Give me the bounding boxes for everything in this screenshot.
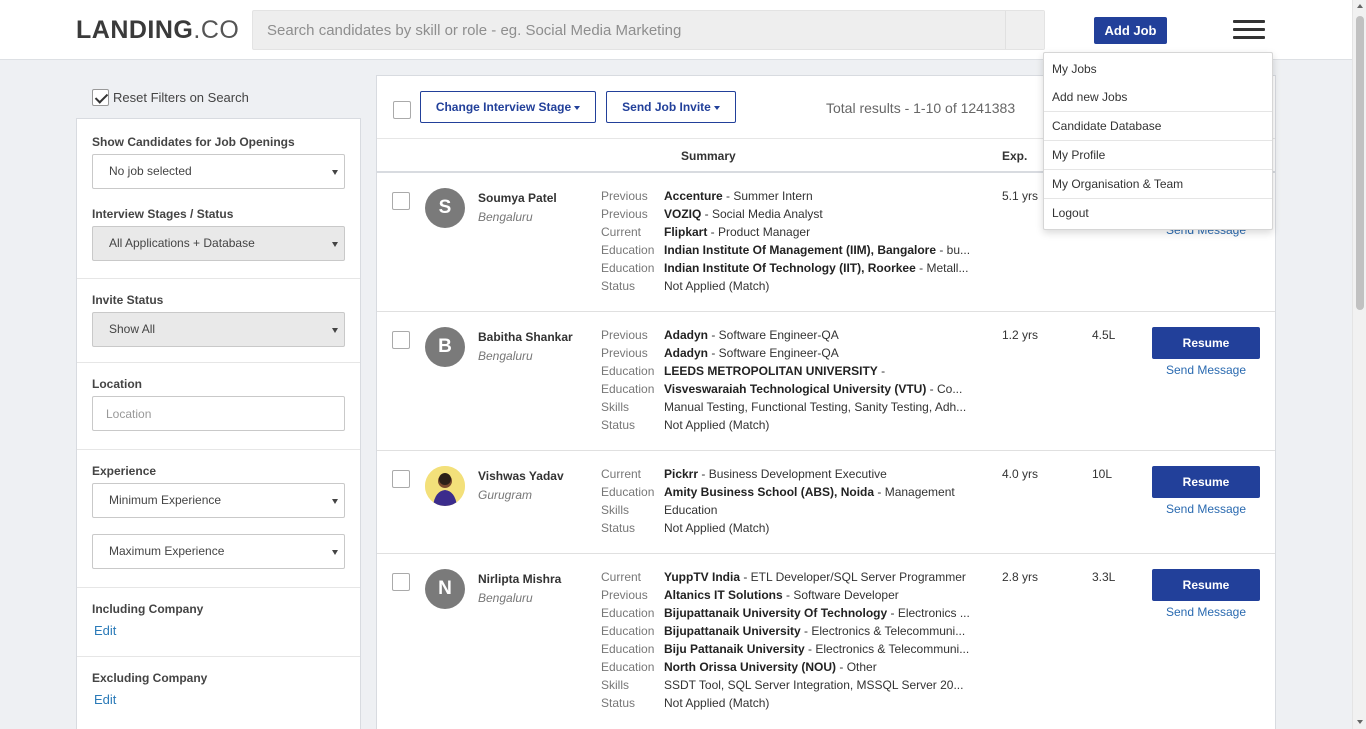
avatar: N bbox=[425, 569, 465, 609]
chevron-down-icon bbox=[332, 170, 338, 175]
caret-down-icon bbox=[574, 105, 581, 110]
reset-filters-toggle[interactable]: Reset Filters on Search bbox=[92, 89, 249, 106]
chevron-down-icon bbox=[332, 499, 338, 504]
candidate-summary: Current Pickrr - Business Development Exe… bbox=[601, 467, 955, 535]
search-input[interactable] bbox=[253, 11, 1007, 49]
menu-item-my-profile[interactable]: My Profile bbox=[1044, 141, 1272, 169]
candidate-city: Bengaluru bbox=[478, 349, 533, 363]
candidate-salary: 3.3L bbox=[1092, 570, 1116, 584]
candidate-experience: 1.2 yrs bbox=[1002, 328, 1039, 342]
candidate-name[interactable]: Soumya Patel bbox=[478, 191, 557, 205]
menu-item-logout[interactable]: Logout bbox=[1044, 199, 1272, 227]
resume-button[interactable]: Resume bbox=[1152, 466, 1260, 498]
table-row: B Babitha Shankar Bengaluru Previous Adad… bbox=[377, 312, 1275, 451]
menu-item-my-jobs[interactable]: My Jobs bbox=[1044, 55, 1272, 83]
row-checkbox[interactable] bbox=[392, 192, 410, 210]
chevron-down-icon bbox=[332, 242, 338, 247]
invite-status-select[interactable]: Show All bbox=[92, 312, 345, 347]
select-all-checkbox[interactable] bbox=[393, 101, 411, 119]
menu-item-my-organisation-team[interactable]: My Organisation & Team bbox=[1044, 170, 1272, 198]
candidate-name[interactable]: Babitha Shankar bbox=[478, 330, 573, 344]
search-button[interactable] bbox=[1005, 11, 1044, 49]
user-dropdown-menu: My Jobs Add new Jobs Candidate Database … bbox=[1043, 52, 1273, 230]
job-openings-select[interactable]: No job selected bbox=[92, 154, 345, 189]
menu-item-add-new-jobs[interactable]: Add new Jobs bbox=[1044, 83, 1272, 111]
including-company-edit-link[interactable]: Edit bbox=[94, 623, 116, 638]
candidate-summary: Previous Accenture - Summer Intern Previo… bbox=[601, 189, 971, 293]
total-results: Total results - 1-10 of 1241383 bbox=[826, 100, 1016, 116]
candidate-summary: Previous Adadyn - Software Engineer-QA Pr… bbox=[601, 328, 967, 432]
chevron-down-icon bbox=[332, 328, 338, 333]
candidate-experience: 5.1 yrs bbox=[1002, 189, 1039, 203]
excluding-company-label: Excluding Company bbox=[92, 671, 208, 685]
avatar-photo-icon bbox=[425, 466, 465, 506]
candidate-city: Bengaluru bbox=[478, 591, 533, 605]
candidate-city: Bengaluru bbox=[478, 210, 533, 224]
table-row: Vishwas Yadav Gurugram Current Pickrr - B… bbox=[377, 451, 1275, 554]
candidate-salary: 10L bbox=[1092, 467, 1113, 481]
page-scrollbar[interactable] bbox=[1352, 0, 1366, 729]
hamburger-menu-icon[interactable] bbox=[1233, 20, 1265, 40]
send-message-link[interactable]: Send Message bbox=[1152, 605, 1260, 619]
reset-filters-checkbox[interactable] bbox=[92, 89, 109, 106]
avatar: B bbox=[425, 327, 465, 367]
send-message-link[interactable]: Send Message bbox=[1152, 502, 1260, 516]
candidate-name[interactable]: Nirlipta Mishra bbox=[478, 572, 561, 586]
row-checkbox[interactable] bbox=[392, 573, 410, 591]
including-company-label: Including Company bbox=[92, 602, 204, 616]
row-checkbox[interactable] bbox=[392, 331, 410, 349]
add-job-button[interactable]: Add Job bbox=[1094, 17, 1167, 44]
avatar: S bbox=[425, 188, 465, 228]
location-label: Location bbox=[92, 377, 142, 391]
candidate-city: Gurugram bbox=[478, 488, 533, 502]
candidate-summary: Current YuppTV India - ETL Developer/SQL … bbox=[601, 570, 970, 710]
send-job-invite-button[interactable]: Send Job Invite bbox=[606, 91, 736, 123]
job-openings-label: Show Candidates for Job Openings bbox=[92, 135, 295, 149]
min-experience-select[interactable]: Minimum Experience bbox=[92, 483, 345, 518]
caret-down-icon bbox=[713, 105, 720, 110]
scrollbar-thumb[interactable] bbox=[1356, 16, 1364, 310]
max-experience-select[interactable]: Maximum Experience bbox=[92, 534, 345, 569]
change-interview-stage-button[interactable]: Change Interview Stage bbox=[420, 91, 596, 123]
interview-stages-select[interactable]: All Applications + Database bbox=[92, 226, 345, 261]
scroll-down-icon[interactable] bbox=[1357, 720, 1363, 724]
scroll-up-icon[interactable] bbox=[1357, 4, 1363, 8]
filter-sidebar: Show Candidates for Job Openings No job … bbox=[76, 118, 361, 729]
avatar bbox=[425, 466, 465, 506]
chevron-down-icon bbox=[332, 550, 338, 555]
table-row: N Nirlipta Mishra Bengaluru Current YuppT… bbox=[377, 554, 1275, 729]
reset-filters-label: Reset Filters on Search bbox=[113, 90, 249, 105]
candidate-name[interactable]: Vishwas Yadav bbox=[478, 469, 564, 483]
candidate-experience: 4.0 yrs bbox=[1002, 467, 1039, 481]
logo[interactable]: LANDING.CO bbox=[76, 16, 239, 45]
experience-label: Experience bbox=[92, 464, 157, 478]
exp-column-header: Exp. bbox=[1002, 149, 1028, 163]
candidate-salary: 4.5L bbox=[1092, 328, 1116, 342]
resume-button[interactable]: Resume bbox=[1152, 327, 1260, 359]
resume-button[interactable]: Resume bbox=[1152, 569, 1260, 601]
top-navbar: LANDING.CO Add Job bbox=[0, 0, 1352, 60]
search-bar bbox=[252, 10, 1045, 50]
send-message-link[interactable]: Send Message bbox=[1152, 363, 1260, 377]
summary-column-header: Summary bbox=[681, 149, 736, 163]
row-checkbox[interactable] bbox=[392, 470, 410, 488]
interview-stages-label: Interview Stages / Status bbox=[92, 207, 234, 221]
candidate-experience: 2.8 yrs bbox=[1002, 570, 1039, 584]
location-input[interactable] bbox=[92, 396, 345, 431]
excluding-company-edit-link[interactable]: Edit bbox=[94, 692, 116, 707]
menu-item-candidate-database[interactable]: Candidate Database bbox=[1044, 112, 1272, 140]
invite-status-label: Invite Status bbox=[92, 293, 164, 307]
